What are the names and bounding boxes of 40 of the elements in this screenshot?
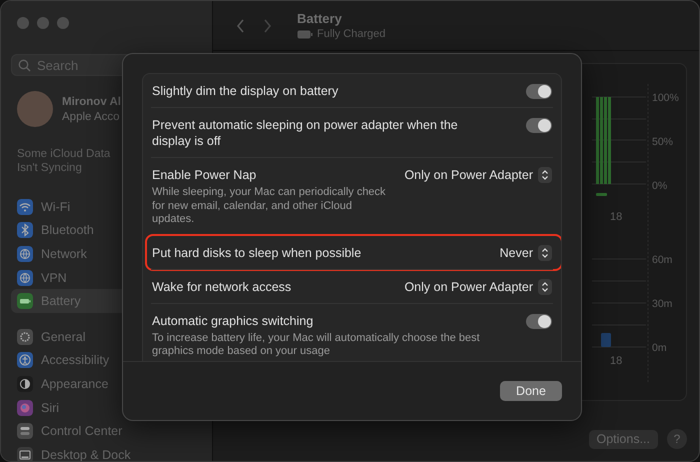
setting-description: While sleeping, your Mac can periodically check for new email, calendar, and other iCloud updates. bbox=[152, 186, 387, 226]
zoom-button[interactable] bbox=[57, 17, 69, 29]
battery-status: Fully Charged bbox=[317, 28, 386, 40]
setting-label: Prevent automatic sleeping on power adapter when the display is off bbox=[152, 117, 459, 149]
help-button[interactable]: ? bbox=[667, 429, 687, 449]
setting-label: Enable Power Nap bbox=[152, 167, 258, 183]
popup-button[interactable]: Only on Power Adapter bbox=[404, 167, 552, 183]
account-subtitle: Apple Acco bbox=[62, 110, 121, 122]
setting-label: Put hard disks to sleep when possible bbox=[152, 244, 362, 260]
axis-tick-label: 18 bbox=[610, 211, 622, 223]
minimize-button[interactable] bbox=[37, 17, 49, 29]
done-button[interactable]: Done bbox=[500, 381, 562, 401]
window-title: Battery bbox=[297, 11, 343, 26]
toggle-switch[interactable] bbox=[526, 314, 552, 328]
axis-tick-label: 60m bbox=[652, 254, 672, 266]
axis-tick-label: 50% bbox=[652, 136, 674, 148]
axis-tick-label: 0% bbox=[652, 180, 668, 192]
stepper-icon bbox=[538, 244, 552, 260]
toggle-switch[interactable] bbox=[526, 84, 552, 99]
axis-tick-label: 0m bbox=[652, 342, 667, 354]
stepper-icon bbox=[538, 278, 552, 294]
popup-button[interactable]: Only on Power Adapter bbox=[404, 278, 552, 294]
sidebar-item[interactable]: Control Center bbox=[11, 419, 202, 443]
axis-tick-label: 100% bbox=[652, 92, 679, 104]
toggle-switch[interactable] bbox=[526, 118, 552, 133]
axis-tick-label: 30m bbox=[652, 298, 672, 310]
battery-icon bbox=[297, 30, 313, 38]
account-name[interactable]: Mironov Al bbox=[62, 96, 121, 108]
close-button[interactable] bbox=[17, 17, 29, 29]
popup-button[interactable]: Never bbox=[500, 244, 552, 260]
usage-bar bbox=[601, 333, 611, 347]
charging-bar bbox=[596, 193, 607, 196]
setting-description: To increase battery life, your Mac will automatically choose the best graphics mode based on your usage bbox=[152, 332, 481, 358]
sidebar-item[interactable]: Desktop & Dock bbox=[11, 442, 202, 461]
setting-label: Automatic graphics switching bbox=[152, 312, 314, 328]
stepper-icon bbox=[538, 167, 552, 183]
options-button[interactable]: Options... bbox=[588, 430, 658, 448]
setting-label: Slightly dim the display on battery bbox=[152, 83, 338, 99]
axis-tick-label: 18 bbox=[610, 355, 622, 367]
avatar[interactable] bbox=[17, 91, 53, 127]
